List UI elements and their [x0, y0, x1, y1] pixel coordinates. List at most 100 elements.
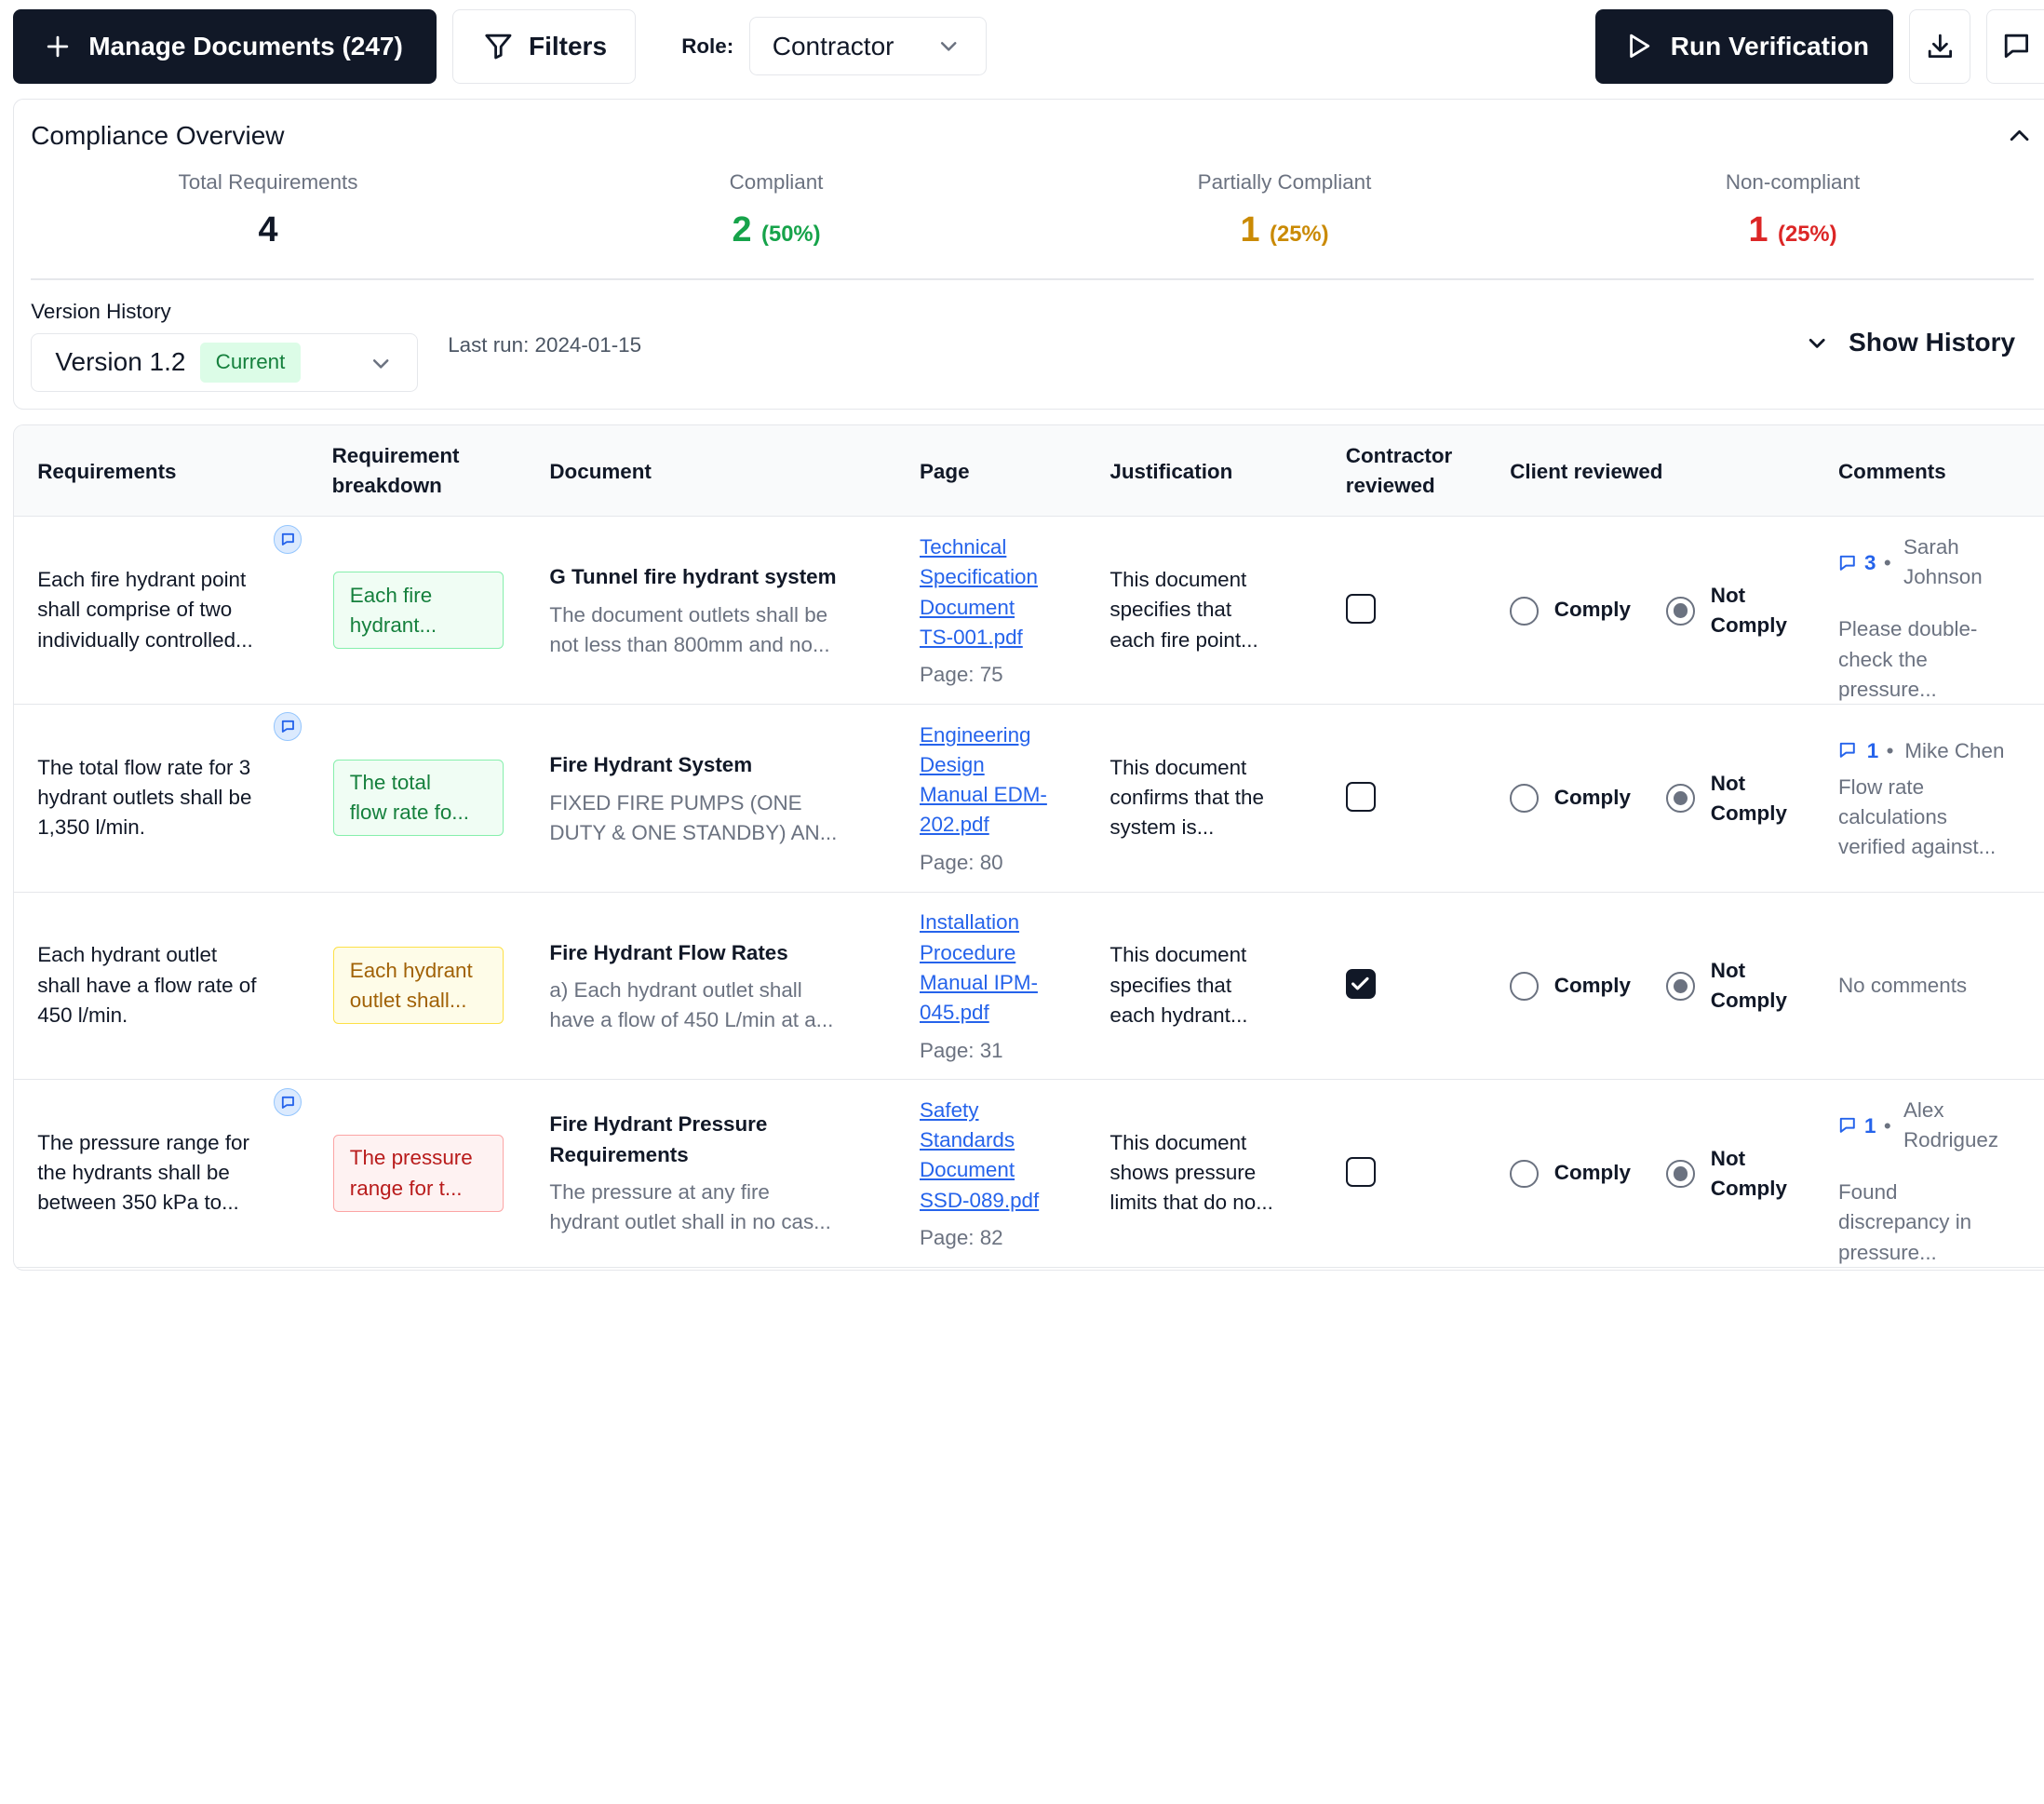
- document-cell: Fire Hydrant Flow Rates a) Each hydrant …: [549, 938, 888, 1036]
- compliance-overview-title: Compliance Overview: [31, 120, 285, 150]
- comment-bubble-icon[interactable]: [273, 712, 303, 742]
- comments-button[interactable]: [1985, 8, 2044, 84]
- version-select[interactable]: Version 1.2 Current: [31, 332, 418, 392]
- not-comply-label: Not Comply: [1711, 1144, 1787, 1204]
- comment-text-line: discrepancy in: [1838, 1210, 1972, 1234]
- document-desc-line: have a flow of 450 L/min at a...: [549, 1008, 834, 1032]
- page-link-line: SSD-089.pdf: [920, 1188, 1040, 1212]
- page-document-link[interactable]: Engineering Design Manual EDM- 202.pdf: [920, 720, 1076, 841]
- contractor-reviewed-checkbox[interactable]: [1345, 969, 1376, 1000]
- requirement-breakdown-tag[interactable]: The total flow rate fo...: [333, 759, 504, 837]
- page-cell: Safety Standards Document SSD-089.pdf Page:…: [920, 1096, 1076, 1253]
- contractor-reviewed-checkbox[interactable]: [1345, 1156, 1376, 1187]
- manage-documents-button[interactable]: Manage Documents (247): [13, 8, 437, 84]
- stat-value: 4: [14, 210, 522, 250]
- header-document: Document: [549, 459, 652, 483]
- contractor-reviewed-checkbox[interactable]: [1345, 593, 1376, 625]
- justification-line: confirms that the: [1109, 785, 1264, 809]
- stat-label: Non-compliant: [1725, 169, 1861, 194]
- comment-count: 3: [1863, 550, 1876, 574]
- justification-line: each hydrant...: [1109, 1003, 1248, 1027]
- page-link-line: Document: [920, 1158, 1015, 1182]
- justification-line: This document: [1109, 755, 1247, 779]
- comply-radio[interactable]: [1510, 596, 1539, 626]
- stat-compliant: Compliant 2 (50%): [522, 170, 1030, 250]
- message-icon: [1838, 1116, 1857, 1135]
- justification-line: specifies that: [1109, 598, 1232, 622]
- download-button[interactable]: [1909, 8, 1970, 84]
- page-link-line: Procedure: [920, 940, 1016, 964]
- comment-author: Mike Chen: [1904, 736, 2035, 766]
- table-header: Requirements Requirement breakdown Docum…: [14, 425, 2044, 518]
- tag-line: flow rate fo...: [349, 801, 469, 825]
- stat-percent: (25%): [1270, 221, 1329, 247]
- comply-radio[interactable]: [1510, 971, 1539, 1001]
- page-cell: Engineering Design Manual EDM- 202.pdf Page…: [920, 720, 1076, 878]
- filters-button[interactable]: Filters: [451, 8, 637, 84]
- requirement-breakdown-tag[interactable]: The pressure range for t...: [333, 1134, 504, 1212]
- not-comply-label: Not Comply: [1711, 956, 1787, 1016]
- page-document-link[interactable]: Installation Procedure Manual IPM- 045.pdf: [920, 908, 1076, 1028]
- requirement-line: shall comprise of two: [37, 598, 233, 622]
- comment-text-line: Please double-: [1838, 617, 1978, 641]
- header-contractor-line2: reviewed: [1345, 474, 1435, 498]
- no-comments-text: No comments: [1838, 973, 1968, 997]
- not-label: Not: [1710, 583, 1746, 607]
- header-breakdown-line1: Requirement: [331, 444, 460, 468]
- comply-radio[interactable]: [1510, 784, 1539, 814]
- justification-text: This document shows pressure limits that d…: [1109, 1128, 1318, 1218]
- role-select[interactable]: Contractor: [748, 17, 987, 76]
- page-number: Page: 31: [920, 1038, 1003, 1062]
- divider: [31, 278, 2034, 280]
- requirement-breakdown-tag[interactable]: Each fire hydrant...: [333, 572, 504, 649]
- page: Manage Documents (247) Filters Role: Con…: [0, 0, 2044, 1289]
- not-label: Not: [1710, 771, 1746, 795]
- not-comply-radio[interactable]: [1666, 784, 1695, 814]
- filter-icon: [484, 32, 513, 61]
- comment-bubble-icon[interactable]: [273, 524, 303, 554]
- document-title-line: G Tunnel fire hydrant system: [549, 565, 837, 589]
- document-cell: G Tunnel fire hydrant system The documen…: [549, 562, 888, 660]
- not-comply-radio[interactable]: [1666, 596, 1695, 626]
- run-verification-label: Run Verification: [1670, 31, 1869, 61]
- requirement-breakdown-tag[interactable]: Each hydrant outlet shall...: [333, 947, 504, 1024]
- document-desc-line: DUTY & ONE STANDBY) AN...: [549, 820, 838, 844]
- stat-percent: (50%): [761, 221, 821, 247]
- header-comments: Comments: [1838, 459, 1946, 483]
- document-title: Fire Hydrant Pressure Requirements: [549, 1110, 888, 1169]
- document-title: Fire Hydrant Flow Rates: [549, 938, 888, 968]
- comply-radio[interactable]: [1510, 1159, 1539, 1189]
- page-document-link[interactable]: Safety Standards Document SSD-089.pdf: [920, 1096, 1076, 1216]
- comment-bubble-icon[interactable]: [273, 1087, 303, 1117]
- comment-text-line: pressure...: [1838, 1240, 1937, 1264]
- check-icon: [1351, 977, 1369, 990]
- document-title: Fire Hydrant System: [549, 750, 888, 780]
- page-document-link[interactable]: Technical Specification Document TS-001.pdf: [920, 532, 1076, 653]
- show-history-button[interactable]: Show History: [1807, 328, 2015, 357]
- comment-author-line: Mike Chen: [1904, 738, 2005, 762]
- stat-number: 4: [258, 209, 278, 249]
- message-icon: [1838, 741, 1857, 760]
- header-breakdown-line2: breakdown: [331, 474, 442, 498]
- requirements-table: Requirements Requirement breakdown Docum…: [13, 424, 2044, 1271]
- justification-line: limits that do no...: [1109, 1191, 1273, 1215]
- contractor-reviewed-checkbox[interactable]: [1345, 781, 1376, 812]
- comply-label: Comply: [1553, 1161, 1631, 1185]
- page-link-line: Document: [920, 595, 1015, 619]
- chevron-up-icon[interactable]: [2008, 124, 2031, 147]
- comply-label: Comply: [1710, 801, 1787, 825]
- not-comply-radio[interactable]: [1666, 971, 1695, 1001]
- not-label: Not: [1710, 1146, 1746, 1170]
- not-comply-radio[interactable]: [1666, 1159, 1695, 1189]
- page-link-line: Manual IPM-: [920, 970, 1038, 994]
- document-description: a) Each hydrant outlet shall have a flow …: [549, 976, 888, 1035]
- stat-label: Compliant: [729, 169, 824, 194]
- document-desc-line: FIXED FIRE PUMPS (ONE: [549, 790, 802, 814]
- requirement-line: the hydrants shall be: [37, 1161, 230, 1185]
- run-verification-button[interactable]: Run Verification: [1594, 8, 1894, 84]
- page-link-line: Standards: [920, 1128, 1015, 1152]
- page-cell: Technical Specification Document TS-001.pdf…: [920, 532, 1076, 690]
- requirement-line: individually controlled...: [37, 627, 253, 652]
- page-link-line: Specification: [920, 565, 1038, 589]
- justification-line: each fire point...: [1109, 627, 1258, 652]
